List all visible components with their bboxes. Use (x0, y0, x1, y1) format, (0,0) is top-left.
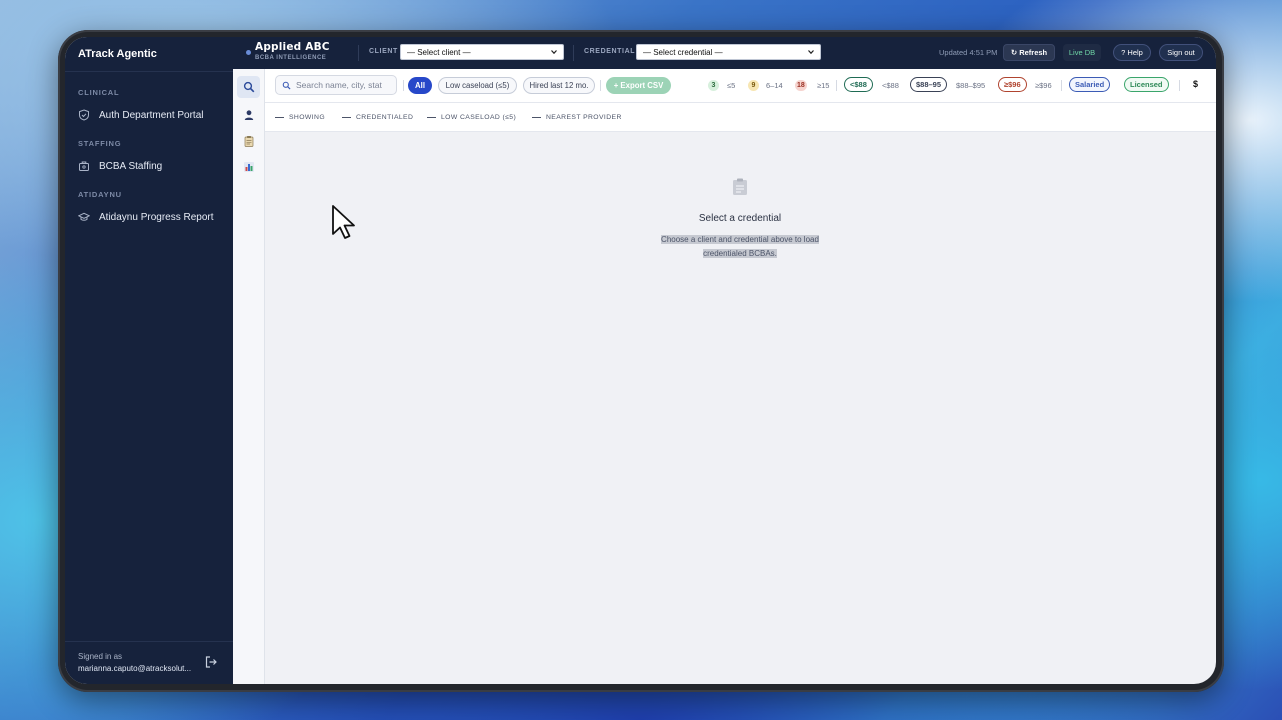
client-label: CLIENT (369, 48, 398, 55)
refresh-button[interactable]: ↻ Refresh (1003, 44, 1055, 61)
rate-legend-high: ≥$96 (1035, 81, 1052, 90)
chevron-down-icon (551, 50, 557, 55)
summary-label: NEAREST PROVIDER (546, 114, 622, 121)
summary-credentialed: CREDENTIALED (342, 114, 413, 121)
app-window: ATrack Agentic CLINICAL Auth Department … (65, 37, 1216, 684)
divider (358, 45, 359, 61)
search-icon (243, 81, 254, 93)
dash-icon (532, 116, 541, 119)
divider (600, 80, 601, 91)
section-label-clinical: CLINICAL (78, 88, 120, 97)
filter-hired-last-button[interactable]: Hired last 12 mo. (523, 77, 595, 94)
rate-chip-mid[interactable]: $88–95 (910, 77, 948, 92)
caseload-badge-mid: 9 (748, 80, 759, 91)
empty-state-title: Select a credential (698, 213, 782, 224)
icon-rail (233, 69, 265, 684)
summary-low-caseload: LOW CASELOAD (≤5) (427, 114, 516, 121)
divider (65, 641, 233, 642)
clipboard-icon (733, 178, 747, 195)
person-icon (244, 110, 253, 120)
rail-person-button[interactable] (237, 104, 260, 126)
credential-label: CREDENTIAL (584, 48, 636, 55)
client-select-value: — Select client — (407, 47, 471, 57)
sidebar: ATrack Agentic CLINICAL Auth Department … (65, 37, 233, 684)
rate-chip-low[interactable]: <$88 (844, 77, 873, 92)
dollar-toggle[interactable]: $ (1193, 79, 1198, 89)
client-select[interactable]: — Select client — (400, 44, 564, 60)
filter-all-button[interactable]: All (408, 77, 432, 94)
sidebar-item-auth-portal[interactable]: Auth Department Portal (78, 105, 228, 125)
logo-dot-icon (246, 50, 251, 55)
sign-out-button[interactable]: Sign out (1159, 44, 1203, 61)
rate-legend-mid: $88–$95 (956, 81, 986, 90)
sidebar-item-label: Auth Department Portal (99, 109, 204, 121)
section-label-staffing: STAFFING (78, 139, 122, 148)
divider (1061, 80, 1062, 91)
rail-search-button[interactable] (237, 76, 260, 98)
rail-chart-button[interactable] (237, 156, 260, 178)
mouse-cursor-icon (332, 205, 355, 239)
top-bar: Applied ABC BCBA INTELLIGENCE CLIENT — S… (233, 37, 1216, 69)
search-box[interactable] (275, 75, 397, 95)
search-icon (282, 81, 291, 90)
sidebar-item-label: BCBA Staffing (99, 160, 163, 172)
caseload-legend-high: ≥15 (817, 81, 830, 90)
divider (1179, 80, 1180, 91)
caseload-badge-high: 18 (795, 80, 807, 91)
divider (836, 80, 837, 91)
summary-bar: SHOWING CREDENTIALED LOW CASELOAD (≤5) N… (265, 103, 1216, 132)
empty-state-description: Choose a client and credential above to … (650, 233, 830, 261)
shield-icon (79, 109, 89, 121)
signed-in-label: Signed in as (78, 652, 123, 661)
app-brand: ATrack Agentic (78, 48, 157, 60)
logo-title: Applied ABC (255, 41, 330, 53)
section-label-atidaynu: ATIDAYNU (78, 190, 122, 199)
summary-nearest-provider: NEAREST PROVIDER (532, 114, 622, 121)
divider (403, 80, 404, 91)
dash-icon (427, 116, 436, 119)
summary-label: CREDENTIALED (356, 114, 414, 121)
filter-low-caseload-button[interactable]: Low caseload (≤5) (438, 77, 517, 94)
graduation-cap-icon (78, 212, 90, 221)
logo-subtitle: BCBA INTELLIGENCE (255, 55, 327, 61)
user-email: marianna.caputo@atracksolut... (78, 664, 192, 673)
summary-showing: SHOWING (275, 114, 325, 121)
sidebar-item-atidaynu-report[interactable]: Atidaynu Progress Report (78, 207, 228, 227)
sidebar-item-bcba-staffing[interactable]: BCBA Staffing (78, 156, 228, 176)
updated-timestamp: Updated 4:51 PM (939, 48, 998, 57)
credential-select-value: — Select credential — (643, 47, 723, 57)
empty-state-line-1: Choose a client and credential above to … (661, 235, 819, 244)
divider (573, 45, 574, 61)
rail-clipboard-button[interactable] (237, 130, 260, 152)
rate-chip-high[interactable]: ≥$96 (998, 77, 1027, 92)
credential-select[interactable]: — Select credential — (636, 44, 821, 60)
live-db-badge: Live DB (1063, 44, 1101, 61)
dash-icon (275, 116, 284, 119)
filter-bar: All Low caseload (≤5) Hired last 12 mo. … (265, 69, 1216, 103)
help-button[interactable]: ? Help (1113, 44, 1151, 61)
sidebar-item-label: Atidaynu Progress Report (99, 211, 214, 223)
licensed-chip[interactable]: Licensed (1124, 77, 1169, 92)
bar-chart-icon (243, 162, 254, 172)
export-csv-button[interactable]: + Export CSV (606, 77, 671, 94)
rate-legend-low: <$88 (882, 81, 899, 90)
caseload-legend-mid: 6–14 (766, 81, 783, 90)
dash-icon (342, 116, 351, 119)
caseload-badge-low: 3 (708, 80, 719, 91)
clipboard-icon (244, 136, 253, 147)
briefcase-icon (79, 161, 89, 171)
search-input[interactable] (296, 80, 392, 90)
caseload-legend-low: ≤5 (727, 81, 736, 90)
salaried-chip[interactable]: Salaried (1069, 77, 1111, 92)
divider (65, 71, 233, 72)
logout-icon[interactable] (204, 655, 218, 669)
empty-state-line-2: credentialed BCBAs. (703, 249, 777, 258)
summary-label: SHOWING (289, 114, 326, 121)
chevron-down-icon (808, 50, 814, 55)
summary-label: LOW CASELOAD (≤5) (441, 114, 517, 121)
